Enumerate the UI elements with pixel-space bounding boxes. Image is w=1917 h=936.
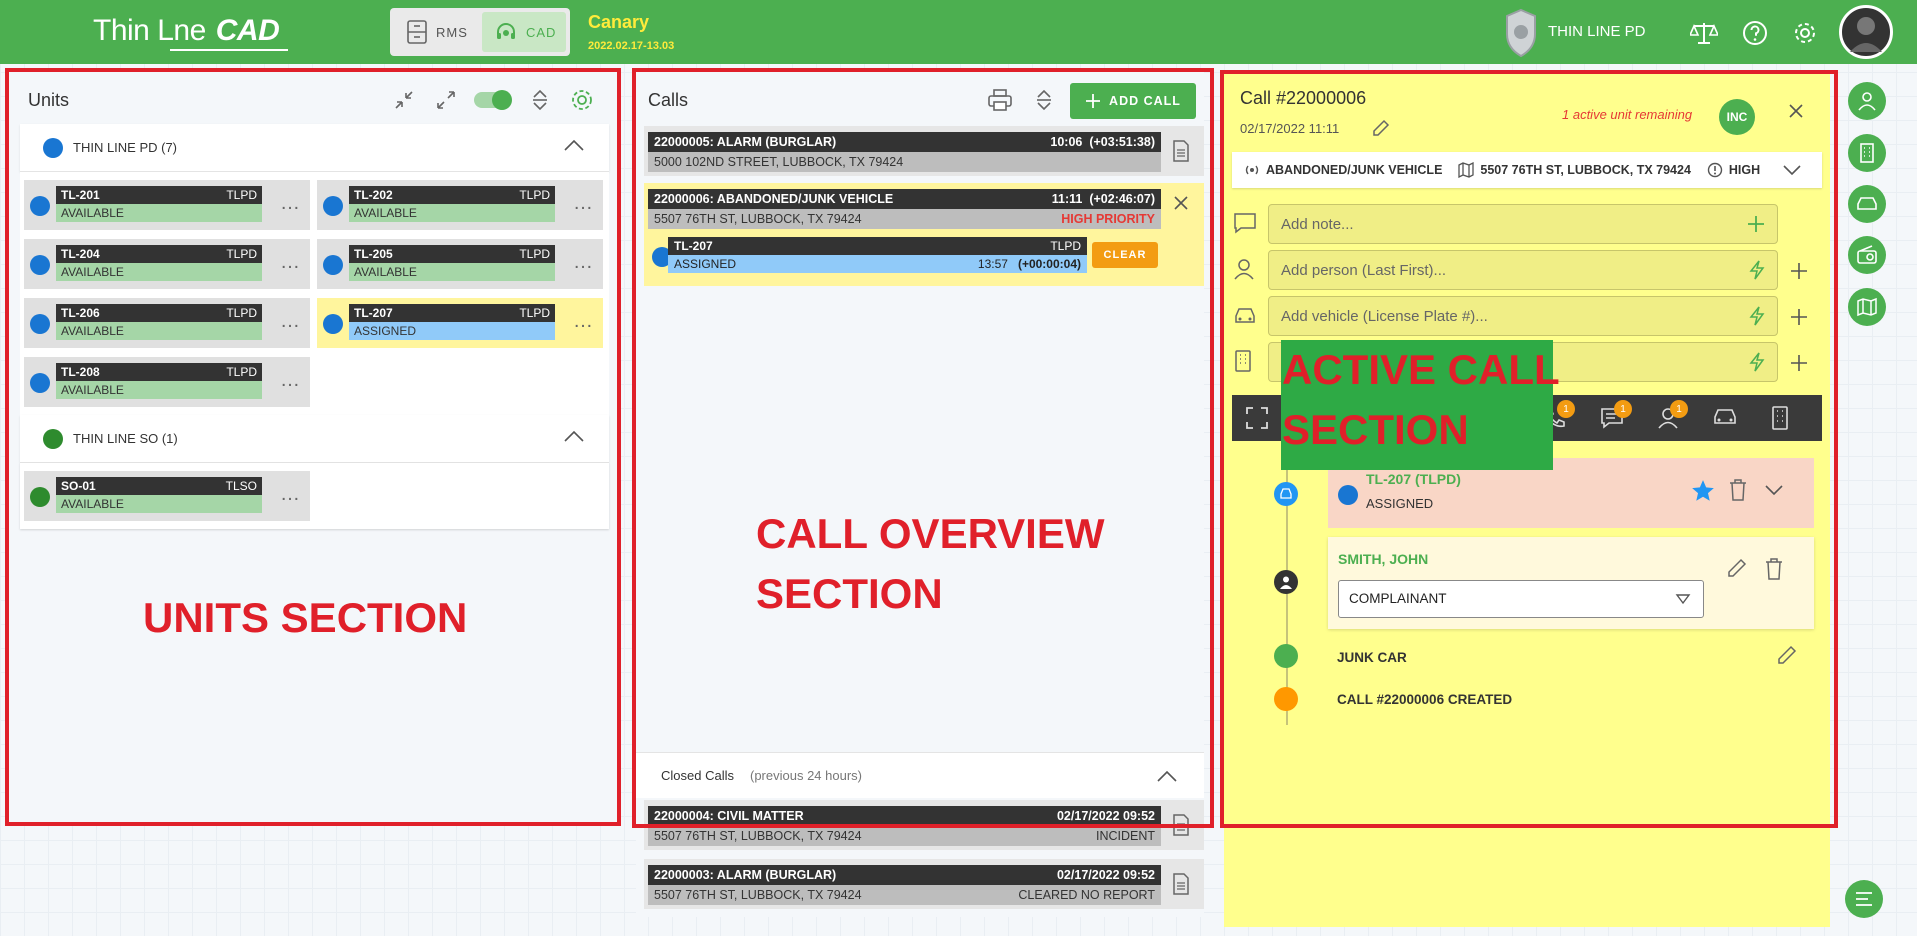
headset-icon bbox=[494, 20, 518, 44]
settings-gear-icon[interactable] bbox=[1792, 20, 1818, 46]
list-icon bbox=[1854, 890, 1874, 908]
call-header: 22000003: ALARM (BURGLAR) 02/17/2022 09:5… bbox=[648, 865, 1161, 885]
scales-icon[interactable] bbox=[1690, 20, 1718, 46]
environment-version: 2022.02.17-13.03 bbox=[588, 40, 675, 52]
help-icon[interactable] bbox=[1742, 20, 1768, 46]
cad-label: CAD bbox=[526, 24, 557, 40]
active-call-label-line2: SECTION bbox=[1282, 406, 1469, 453]
rail-person-button[interactable] bbox=[1848, 82, 1886, 120]
cabinet-icon bbox=[406, 20, 428, 44]
cad-mode-button[interactable]: CAD bbox=[482, 12, 566, 52]
car-icon bbox=[1856, 195, 1878, 213]
agency-name: THIN LINE PD bbox=[1548, 23, 1646, 40]
calls-section-outline bbox=[632, 68, 1214, 828]
call-overview-label-line1: CALL OVERVIEW bbox=[756, 510, 1105, 557]
person-icon bbox=[1857, 91, 1877, 111]
user-avatar[interactable] bbox=[1839, 5, 1893, 59]
active-call-label-line1: ACTIVE CALL bbox=[1282, 346, 1560, 393]
closed-call-row[interactable]: 22000003: ALARM (BURGLAR) 02/17/2022 09:5… bbox=[644, 859, 1204, 909]
mode-switch: RMS CAD bbox=[390, 8, 570, 56]
rail-building-button[interactable] bbox=[1848, 134, 1886, 172]
call-overview-label-line2: SECTION bbox=[756, 570, 943, 617]
call-address: 5507 76TH ST, LUBBOCK, TX 79424 INCIDENT bbox=[648, 826, 1161, 846]
document-icon[interactable] bbox=[1172, 873, 1190, 895]
rms-mode-button[interactable]: RMS bbox=[394, 12, 478, 52]
units-section-label: UNITS SECTION bbox=[143, 594, 468, 641]
rail-menu-button[interactable] bbox=[1845, 880, 1883, 918]
units-section-outline bbox=[5, 68, 621, 826]
map-icon bbox=[1857, 297, 1877, 317]
radio-icon bbox=[1856, 245, 1878, 265]
police-badge-icon bbox=[1503, 8, 1539, 58]
rms-label: RMS bbox=[436, 24, 468, 40]
call-address: 5507 76TH ST, LUBBOCK, TX 79424 CLEARED N… bbox=[648, 885, 1161, 905]
app-logo[interactable]: Thin Lne CAD bbox=[93, 14, 280, 48]
rail-map-button[interactable] bbox=[1848, 288, 1886, 326]
rail-radio-button[interactable] bbox=[1848, 236, 1886, 274]
rail-vehicle-button[interactable] bbox=[1848, 185, 1886, 223]
logo-underline bbox=[170, 49, 288, 51]
building-icon bbox=[1858, 143, 1876, 163]
environment-name: Canary bbox=[588, 12, 650, 32]
